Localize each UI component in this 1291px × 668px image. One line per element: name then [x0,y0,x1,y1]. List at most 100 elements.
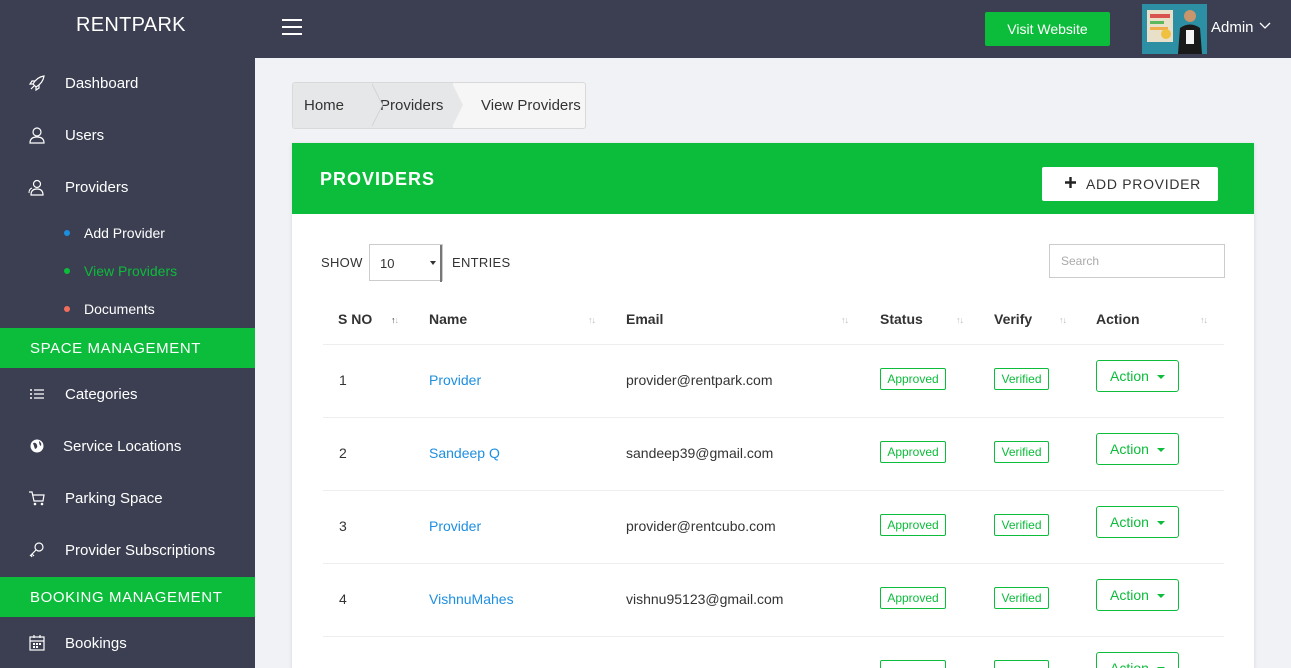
sidebar-item-bookings[interactable]: Bookings [0,624,255,664]
visit-website-button[interactable]: Visit Website [985,12,1110,46]
table-divider [323,344,1224,345]
column-header-status[interactable]: Status [880,311,923,327]
bullet-icon [64,306,70,312]
scrollbar [440,245,442,282]
search-input[interactable] [1049,244,1225,278]
status-badge: Approved [880,514,946,536]
action-label: Action [1110,368,1149,384]
column-header-sno[interactable]: S NO [338,311,372,327]
providers-panel: PROVIDERS ADD PROVIDER SHOW 10 ENTRIES S… [292,143,1254,668]
caret-down-icon [1157,375,1165,379]
column-header-action[interactable]: Action [1096,311,1140,327]
cell-email: vishnu95123@gmail.com [626,591,784,607]
status-badge: Approved [880,441,946,463]
sidebar-item-service-locations[interactable]: Service Locations [0,427,255,467]
top-bar: RENTPARK Visit Website Admin [0,0,1291,58]
bullet-icon [64,268,70,274]
rocket-icon [28,75,45,92]
sidebar-subitem-label: View Providers [84,263,178,279]
action-dropdown-button[interactable]: Action [1096,579,1179,611]
bullet-icon [64,230,70,236]
section-heading-label: SPACE MANAGEMENT [30,340,202,357]
cell-sno: 3 [339,518,347,534]
caret-down-icon [430,261,436,265]
sidebar-item-label: Provider Subscriptions [65,542,216,559]
breadcrumb-separator [371,83,382,127]
verify-badge: Verified [994,441,1049,463]
entries-select[interactable]: 10 [369,244,443,282]
section-heading-label: BOOKING MANAGEMENT [30,589,223,606]
globe-icon [30,439,44,453]
user-icon [29,127,45,144]
provider-name-link[interactable]: Provider [429,372,481,388]
sort-icon[interactable]: ↑↓ [391,315,399,325]
chevron-down-icon[interactable] [1259,22,1271,30]
action-label: Action [1110,660,1149,668]
sort-icon[interactable]: ↑↓ [1200,315,1208,325]
admin-menu-label[interactable]: Admin [1211,19,1254,36]
section-heading-space-management: SPACE MANAGEMENT [0,328,255,368]
action-label: Action [1110,587,1149,603]
column-header-name[interactable]: Name [429,311,467,327]
caret-down-icon [1157,594,1165,598]
action-dropdown-button[interactable]: Action [1096,506,1179,538]
entries-label: ENTRIES [452,255,511,270]
sidebar-item-categories[interactable]: Categories [0,375,255,415]
sidebar-subitem-view-providers[interactable]: View Providers [0,256,255,286]
verify-badge [994,660,1049,668]
breadcrumb-current: View Providers [481,97,581,114]
provider-name-link[interactable]: VishnuMahes [429,591,514,607]
key-icon [29,542,44,558]
caret-down-icon [1157,521,1165,525]
sidebar-item-label: Categories [65,386,138,403]
cell-email: provider@rentcubo.com [626,518,776,534]
action-dropdown-button[interactable]: Action [1096,652,1179,668]
status-badge [880,660,946,668]
sort-icon[interactable]: ↑↓ [1059,315,1067,325]
cell-sno: 1 [339,372,347,388]
column-header-email[interactable]: Email [626,311,663,327]
action-dropdown-button[interactable]: Action [1096,360,1179,392]
sidebar-subitem-add-provider[interactable]: Add Provider [0,218,255,248]
show-label: SHOW [321,255,363,270]
action-dropdown-button[interactable]: Action [1096,433,1179,465]
sidebar-item-dashboard[interactable]: Dashboard [0,64,255,104]
sidebar-item-parking-space[interactable]: Parking Space [0,479,255,519]
sidebar-item-label: Dashboard [65,75,139,92]
sort-icon[interactable]: ↑↓ [588,315,596,325]
cell-sno: 2 [339,445,347,461]
column-header-verify[interactable]: Verify [994,311,1032,327]
sort-icon[interactable]: ↑↓ [956,315,964,325]
add-provider-label: ADD PROVIDER [1086,176,1201,192]
verify-badge: Verified [994,514,1049,536]
sidebar-item-provider-subscriptions[interactable]: Provider Subscriptions [0,531,255,571]
sidebar-subitem-label: Add Provider [84,225,165,241]
sidebar-item-providers[interactable]: Providers [0,168,255,208]
caret-down-icon [1157,448,1165,452]
table-divider [323,417,1224,418]
provider-name-link[interactable]: Sandeep Q [429,445,500,461]
status-badge: Approved [880,587,946,609]
status-badge: Approved [880,368,946,390]
verify-badge: Verified [994,368,1049,390]
provider-name-link[interactable]: Provider [429,518,481,534]
sidebar-item-users[interactable]: Users [0,116,255,156]
brand-logo[interactable]: RENTPARK [76,14,186,37]
section-heading-booking-management: BOOKING MANAGEMENT [0,577,255,617]
table-divider [323,490,1224,491]
sidebar: Dashboard Users Providers Add Provider V… [0,58,255,668]
verify-badge: Verified [994,587,1049,609]
table-divider [323,563,1224,564]
sidebar-subitem-label: Documents [84,301,155,317]
sort-icon[interactable]: ↑↓ [841,315,849,325]
sidebar-subitem-documents[interactable]: Documents [0,294,255,324]
breadcrumb-separator [452,83,463,127]
cart-icon [29,491,45,506]
menu-toggle-icon[interactable] [282,19,302,37]
breadcrumb-home[interactable]: Home [293,83,371,128]
avatar[interactable] [1142,4,1207,54]
calendar-icon [29,635,45,651]
add-provider-button[interactable]: ADD PROVIDER [1042,167,1218,201]
action-label: Action [1110,514,1149,530]
sidebar-item-label: Providers [65,179,129,196]
